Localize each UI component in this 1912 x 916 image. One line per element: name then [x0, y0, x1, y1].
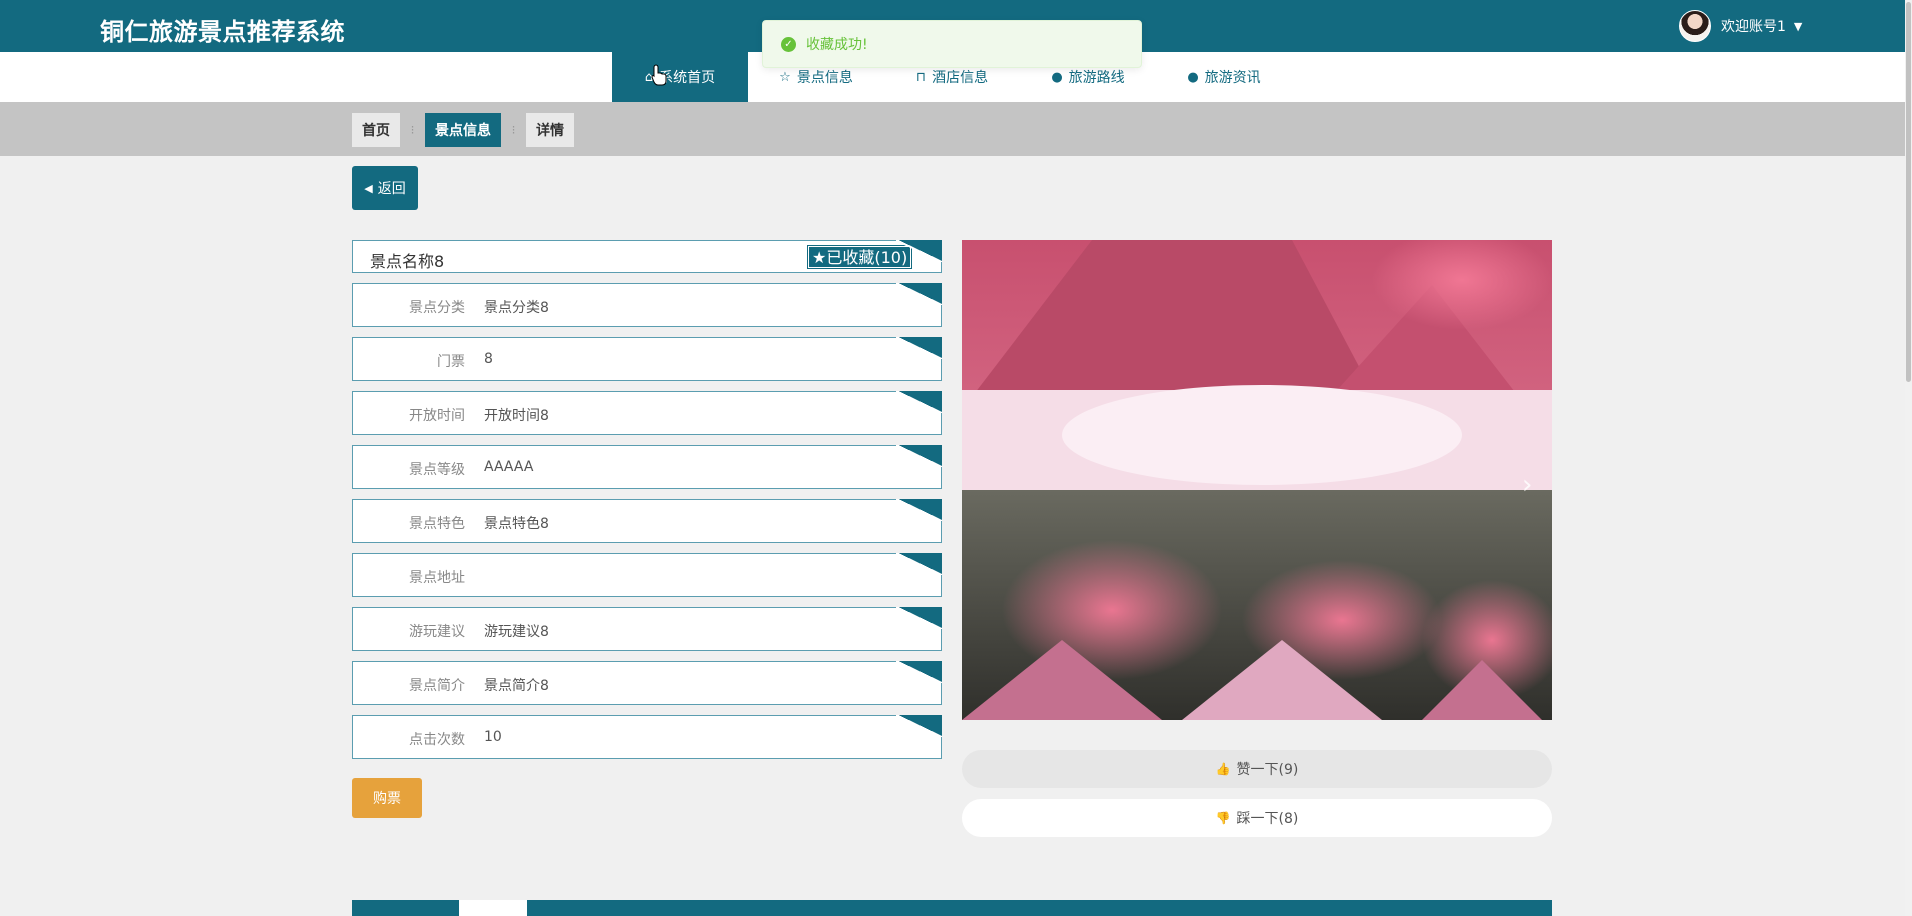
info-row-level: 景点等级 AAAAA: [352, 445, 942, 489]
check-circle-icon: ✓: [781, 36, 796, 52]
breadcrumb-bar: 首页 ⁝ 景点信息 ⁝ 详情: [0, 102, 1905, 156]
user-menu[interactable]: 欢迎账号1 ▼: [1679, 9, 1802, 43]
thumbs-up-icon: 👍: [1215, 762, 1231, 776]
success-toast: ✓ 收藏成功!: [762, 20, 1142, 68]
corner-decoration: [896, 337, 942, 359]
corner-decoration: [896, 715, 942, 737]
corner-decoration: [896, 283, 942, 305]
nav-item-label: 旅游资讯: [1204, 70, 1261, 86]
exclaim-circle-icon: ●: [1051, 69, 1063, 85]
bag-icon: ⊓: [915, 69, 927, 85]
breadcrumb-separator: ⁝: [410, 123, 415, 137]
info-label: 景点分类: [409, 300, 465, 316]
info-value: 景点简介8: [484, 678, 549, 694]
nav-item-home[interactable]: ⌂ 系统首页: [612, 52, 748, 102]
breadcrumb-separator: ⁝: [511, 123, 516, 137]
info-label: 游玩建议: [409, 624, 465, 640]
page-scrollbar[interactable]: [1905, 0, 1912, 916]
info-row-ticket: 门票 8: [352, 337, 942, 381]
attraction-image: [962, 240, 1552, 720]
user-label[interactable]: 欢迎账号1: [1721, 16, 1786, 36]
attraction-image-carousel[interactable]: [962, 240, 1552, 720]
avatar[interactable]: [1679, 10, 1711, 42]
nav-item-label: 旅游路线: [1068, 70, 1125, 86]
question-circle-icon: ●: [1187, 69, 1199, 85]
attraction-name-row: 景点名称8 ★已收藏(10): [352, 240, 942, 273]
info-label: 门票: [437, 354, 465, 370]
dislike-button[interactable]: 👎 踩一下(8): [962, 799, 1552, 837]
info-value: 景点分类8: [484, 300, 549, 316]
info-label: 景点地址: [409, 570, 465, 586]
like-label: 赞一下(9): [1236, 762, 1299, 778]
breadcrumb-home[interactable]: 首页: [352, 113, 400, 147]
corner-decoration: [896, 445, 942, 467]
chevron-down-icon[interactable]: ▼: [1794, 20, 1802, 33]
toast-message: 收藏成功!: [806, 37, 868, 53]
corner-decoration: [896, 240, 942, 262]
site-title: 铜仁旅游景点推荐系统: [100, 18, 345, 46]
back-button-label: 返回: [377, 181, 406, 197]
bottom-tab-bar: [352, 900, 1552, 916]
corner-decoration: [896, 607, 942, 629]
info-value: 8: [484, 351, 493, 367]
corner-decoration: [896, 661, 942, 683]
info-row-intro: 景点简介 景点简介8: [352, 661, 942, 705]
like-button[interactable]: 👍 赞一下(9): [962, 750, 1552, 788]
info-label: 点击次数: [409, 732, 465, 748]
breadcrumb-attractions[interactable]: 景点信息: [425, 113, 501, 147]
nav-item-label: 系统首页: [659, 70, 716, 86]
buy-ticket-button[interactable]: 购票: [352, 778, 422, 818]
info-label: 开放时间: [409, 408, 465, 424]
info-value: 游玩建议8: [484, 624, 549, 640]
info-row-category: 景点分类 景点分类8: [352, 283, 942, 327]
info-value: AAAAA: [484, 459, 534, 475]
dislike-label: 踩一下(8): [1236, 811, 1299, 827]
info-row-address: 景点地址: [352, 553, 942, 597]
hand-pointer-icon: [651, 64, 667, 86]
corner-decoration: [896, 391, 942, 413]
bottom-tab-active[interactable]: [459, 900, 527, 916]
breadcrumb: 首页 ⁝ 景点信息 ⁝ 详情: [352, 113, 574, 147]
info-row-clicks: 点击次数 10: [352, 715, 942, 759]
info-row-feature: 景点特色 景点特色8: [352, 499, 942, 543]
info-label: 景点等级: [409, 462, 465, 478]
star-icon: ☆: [779, 69, 791, 85]
attraction-name: 景点名称8: [370, 252, 445, 271]
info-row-suggestion: 游玩建议 游玩建议8: [352, 607, 942, 651]
corner-decoration: [896, 553, 942, 575]
corner-decoration: [896, 499, 942, 521]
nav-item-label: 酒店信息: [932, 70, 989, 86]
nav-item-label: 景点信息: [796, 70, 853, 86]
breadcrumb-detail: 详情: [526, 113, 574, 147]
info-value: 开放时间8: [484, 408, 549, 424]
thumbs-down-icon: 👎: [1215, 811, 1231, 825]
info-value: 10: [484, 729, 502, 745]
info-label: 景点特色: [409, 516, 465, 532]
info-label: 景点简介: [409, 678, 465, 694]
caret-left-icon: ◀: [364, 181, 373, 195]
info-row-open-time: 开放时间 开放时间8: [352, 391, 942, 435]
back-button[interactable]: ◀ 返回: [352, 166, 418, 210]
scrollbar-thumb[interactable]: [1906, 2, 1911, 382]
nav-item-news[interactable]: ● 旅游资讯: [1156, 52, 1292, 102]
carousel-next-icon[interactable]: ›: [1522, 470, 1532, 500]
info-value: 景点特色8: [484, 516, 549, 532]
